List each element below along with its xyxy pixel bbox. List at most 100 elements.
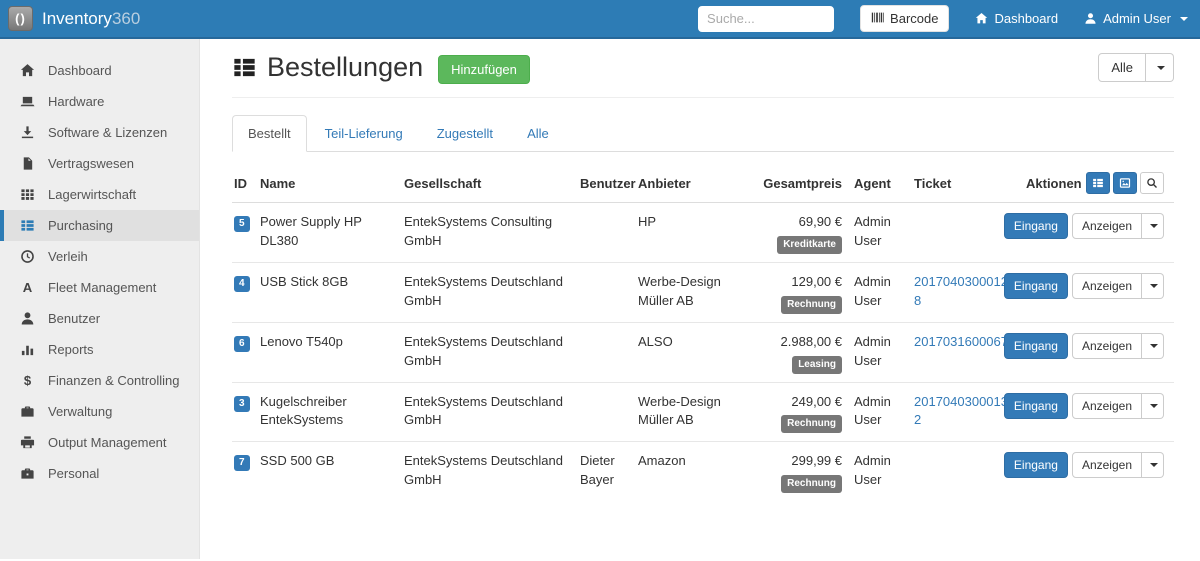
table-row: 4 USB Stick 8GB EntekSystems Deutschland…: [232, 262, 1174, 322]
filter-caret-button[interactable]: [1146, 53, 1174, 82]
sidebar-item-reports[interactable]: Reports: [0, 334, 199, 365]
chevron-down-icon: [1150, 463, 1158, 467]
sidebar-item-label: Personal: [48, 466, 99, 481]
anzeigen-button[interactable]: Anzeigen: [1072, 452, 1142, 478]
barcode-icon: [871, 11, 884, 27]
sidebar-item-vertragswesen[interactable]: Vertragswesen: [0, 148, 199, 179]
search-input[interactable]: [698, 6, 834, 32]
sidebar: Dashboard Hardware Software & Lizenzen V…: [0, 39, 200, 559]
image-view-button[interactable]: [1113, 172, 1137, 194]
search-table-button[interactable]: [1140, 172, 1164, 194]
payment-badge: Rechnung: [781, 415, 842, 433]
payment-badge: Leasing: [792, 356, 842, 374]
sidebar-item-label: Lagerwirtschaft: [48, 187, 136, 202]
barcode-label: Barcode: [890, 11, 938, 26]
cell-agent: Admin User: [852, 262, 912, 322]
tab-bestellt[interactable]: Bestellt: [232, 115, 307, 152]
eingang-button[interactable]: Eingang: [1004, 273, 1068, 299]
eingang-button[interactable]: Eingang: [1004, 452, 1068, 478]
anzeigen-caret-button[interactable]: [1142, 333, 1164, 359]
anzeigen-button[interactable]: Anzeigen: [1072, 393, 1142, 419]
home-icon: [20, 63, 35, 78]
cell-name: SSD 500 GB: [258, 442, 402, 501]
cell-name: USB Stick 8GB: [258, 262, 402, 322]
anzeigen-caret-button[interactable]: [1142, 393, 1164, 419]
sidebar-item-benutzer[interactable]: Benutzer: [0, 303, 199, 334]
col-header-gesamtpreis: Gesamtpreis: [760, 164, 852, 203]
ticket-link[interactable]: 20170403000132: [914, 394, 1008, 428]
printer-icon: [20, 435, 35, 450]
svg-text:A: A: [23, 280, 33, 295]
ticket-link[interactable]: 20170403000128: [914, 274, 1008, 308]
col-header-anbieter: Anbieter: [636, 164, 760, 203]
cell-benutzer: [578, 382, 636, 442]
sidebar-item-finanzen[interactable]: $ Finanzen & Controlling: [0, 365, 199, 396]
cell-benutzer: Dieter Bayer: [578, 442, 636, 501]
sidebar-item-lagerwirtschaft[interactable]: Lagerwirtschaft: [0, 179, 199, 210]
tab-alle[interactable]: Alle: [511, 115, 565, 152]
cell-anbieter: Werbe-Design Müller AB: [636, 262, 760, 322]
brand-name: Inventory: [42, 9, 112, 28]
brand-suffix: 360: [112, 9, 140, 28]
cell-preis: 129,00 €: [791, 274, 842, 289]
cell-gesellschaft: EntekSystems Deutschland GmbH: [402, 322, 578, 382]
nav-dashboard-link[interactable]: Dashboard: [975, 11, 1058, 26]
brand[interactable]: () Inventory360: [8, 6, 140, 31]
user-menu[interactable]: Admin User: [1084, 11, 1188, 26]
sidebar-item-fleet[interactable]: A Fleet Management: [0, 272, 199, 303]
eingang-button[interactable]: Eingang: [1004, 333, 1068, 359]
cell-preis: 2.988,00 €: [781, 334, 842, 349]
grid-icon: [20, 187, 35, 202]
anzeigen-button[interactable]: Anzeigen: [1072, 273, 1142, 299]
nav-dashboard-label: Dashboard: [994, 11, 1058, 26]
document-icon: [20, 156, 35, 171]
cell-agent: Admin User: [852, 322, 912, 382]
search-icon: [1146, 177, 1158, 189]
anzeigen-button[interactable]: Anzeigen: [1072, 213, 1142, 239]
sidebar-item-label: Vertragswesen: [48, 156, 134, 171]
sidebar-item-verwaltung[interactable]: Verwaltung: [0, 396, 199, 427]
sidebar-item-label: Fleet Management: [48, 280, 156, 295]
id-badge: 5: [234, 216, 250, 232]
cell-anbieter: ALSO: [636, 322, 760, 382]
sidebar-item-output[interactable]: Output Management: [0, 427, 199, 458]
tab-teil-lieferung[interactable]: Teil-Lieferung: [309, 115, 419, 152]
chevron-down-icon: [1150, 224, 1158, 228]
sidebar-item-dashboard[interactable]: Dashboard: [0, 55, 199, 86]
chevron-down-icon: [1157, 66, 1165, 70]
tab-zugestellt[interactable]: Zugestellt: [421, 115, 509, 152]
anzeigen-caret-button[interactable]: [1142, 273, 1164, 299]
cell-anbieter: Werbe-Design Müller AB: [636, 382, 760, 442]
list-icon: [1092, 177, 1104, 189]
cell-benutzer: [578, 262, 636, 322]
add-order-button[interactable]: Hinzufügen: [438, 55, 530, 84]
col-header-ticket: Ticket: [912, 164, 1024, 203]
eingang-button[interactable]: Eingang: [1004, 213, 1068, 239]
sidebar-item-purchasing[interactable]: Purchasing: [0, 210, 199, 241]
chevron-down-icon: [1180, 17, 1188, 21]
table-row: 5 Power Supply HP DL380 EntekSystems Con…: [232, 203, 1174, 263]
anzeigen-button[interactable]: Anzeigen: [1072, 333, 1142, 359]
col-header-id: ID: [232, 164, 258, 203]
col-header-agent: Agent: [852, 164, 912, 203]
payment-badge: Rechnung: [781, 296, 842, 314]
list-view-button[interactable]: [1086, 172, 1110, 194]
page-title: Bestellungen: [267, 52, 423, 83]
sidebar-item-software[interactable]: Software & Lizenzen: [0, 117, 199, 148]
id-badge: 4: [234, 276, 250, 292]
anzeigen-caret-button[interactable]: [1142, 213, 1164, 239]
barcode-button[interactable]: Barcode: [860, 5, 949, 32]
cell-gesellschaft: EntekSystems Consulting GmbH: [402, 203, 578, 263]
cell-gesellschaft: EntekSystems Deutschland GmbH: [402, 382, 578, 442]
eingang-button[interactable]: Eingang: [1004, 393, 1068, 419]
briefcase-icon: [20, 404, 35, 419]
sidebar-item-label: Finanzen & Controlling: [48, 373, 180, 388]
sidebar-item-personal[interactable]: Personal: [0, 458, 199, 489]
status-tabs: Bestellt Teil-Lieferung Zugestellt Alle: [232, 115, 1174, 152]
sidebar-item-hardware[interactable]: Hardware: [0, 86, 199, 117]
filter-dropdown: Alle: [1098, 53, 1174, 82]
ticket-link[interactable]: 2017031600067: [914, 334, 1008, 349]
sidebar-item-verleih[interactable]: Verleih: [0, 241, 199, 272]
anzeigen-caret-button[interactable]: [1142, 452, 1164, 478]
filter-button[interactable]: Alle: [1098, 53, 1146, 82]
